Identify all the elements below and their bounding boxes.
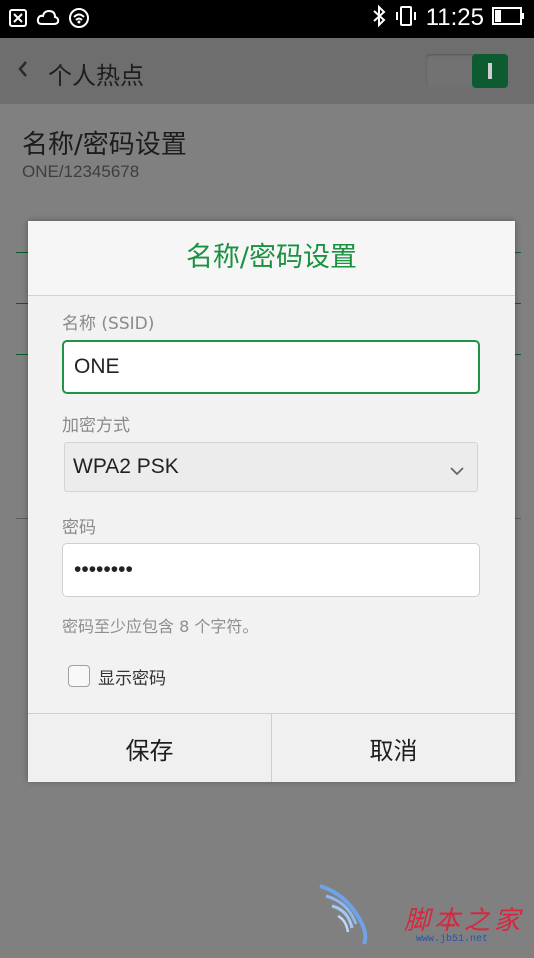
sim-card-icon (8, 8, 28, 32)
cloud-icon (36, 8, 60, 32)
ssid-label: 名称 (SSID) (62, 314, 155, 334)
show-password-label: 显示密码 (98, 668, 166, 689)
save-button[interactable]: 保存 (28, 714, 271, 782)
ssid-input[interactable] (62, 340, 480, 394)
watermark: 脚本之家 www.jb51.net (316, 880, 528, 950)
security-value: WPA2 PSK (73, 455, 179, 478)
toggle-thumb (472, 54, 508, 88)
chevron-down-icon (449, 461, 465, 480)
password-input[interactable] (62, 543, 480, 597)
password-label: 密码 (62, 518, 96, 538)
wing-logo-icon (319, 884, 368, 945)
setting-summary: ONE/12345678 (22, 162, 140, 181)
security-label: 加密方式 (62, 416, 130, 436)
hotspot-toggle[interactable] (426, 54, 508, 88)
dialog-title: 名称/密码设置 (28, 221, 515, 296)
vibrate-icon (394, 4, 418, 32)
security-select[interactable]: WPA2 PSK (64, 442, 478, 492)
page-title: 个人热点 (48, 62, 144, 90)
clock: 11:25 (425, 4, 484, 31)
back-icon[interactable] (16, 58, 30, 84)
show-password-row[interactable]: 显示密码 (68, 663, 166, 689)
show-password-checkbox[interactable] (68, 665, 90, 687)
dialog-button-row: 保存 取消 (28, 713, 515, 782)
watermark-text: 脚本之家 (404, 906, 525, 936)
battery-icon (492, 5, 526, 31)
name-password-dialog: 名称/密码设置 名称 (SSID) 加密方式 WPA2 PSK 密码 密码至少应… (28, 221, 515, 782)
cancel-button[interactable]: 取消 (271, 714, 515, 782)
setting-title: 名称/密码设置 (22, 130, 187, 160)
signal-radar-icon (68, 7, 90, 33)
bluetooth-icon (370, 4, 388, 32)
status-bar: 11:25 (0, 0, 534, 38)
app-bar: 个人热点 (0, 38, 534, 104)
watermark-url: www.jb51.net (416, 934, 489, 945)
password-hint: 密码至少应包含 8 个字符。 (62, 617, 259, 636)
